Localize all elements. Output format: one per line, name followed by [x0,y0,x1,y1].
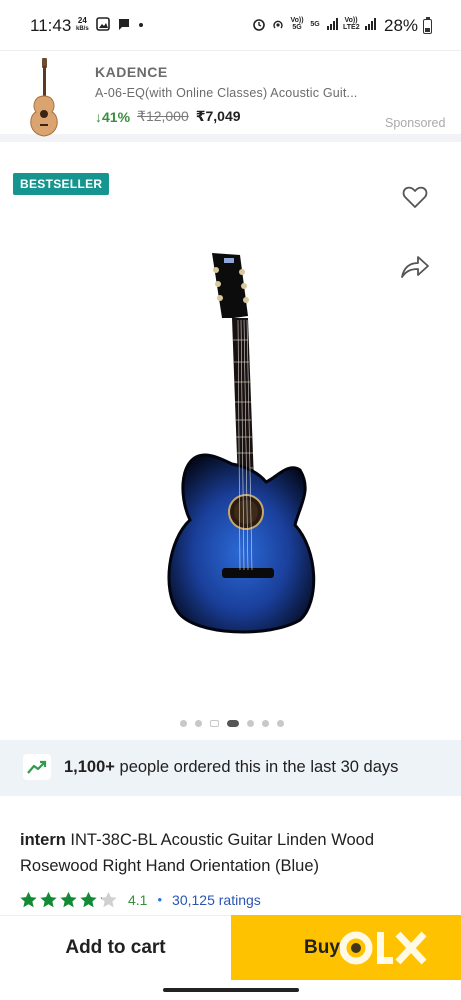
status-time: 11:43 [30,16,72,35]
ad-price-row: ↓41% ₹12,000 ₹7,049 [95,108,241,125]
rating-star-icon [60,891,77,908]
gallery-icon [96,17,110,31]
gallery-dot[interactable] [247,720,254,727]
bestseller-badge: BESTSELLER [13,173,110,195]
order-text: people ordered this in the last 30 days [114,758,399,776]
buy-now-label: Buy [304,936,340,958]
product-name: INT-38C-BL Acoustic Guitar Linden Wood R… [20,831,374,875]
add-to-cart-label: Add to cart [65,937,166,958]
product-title: intern INT-38C-BL Acoustic Guitar Linden… [20,827,445,879]
network-label-1: Vo)) 5G [290,17,304,31]
gallery-dot[interactable] [180,720,187,727]
signal-icon-2 [365,18,376,30]
rating-star-icon [80,891,97,908]
network-label-3: Vo)) LTE2 [343,17,360,31]
network-speed: 24 kB/s [76,17,89,33]
social-proof-banner: 1,100+ people ordered this in the last 3… [0,740,461,796]
ad-original-price: ₹12,000 [137,108,189,124]
rating-star-icon [100,891,117,908]
product-image-guitar[interactable] [160,250,320,640]
system-icons: Vo)) 5G 5G Vo)) LTE2 [252,17,376,31]
product-brand: intern [20,831,66,849]
order-count: 1,100+ [64,758,115,776]
sponsored-ad[interactable]: KADENCE A-06-EQ(with Online Classes) Aco… [0,50,461,142]
gallery-dot-video[interactable] [210,720,219,727]
ad-brand: KADENCE [95,64,168,80]
signal-icon-1 [327,18,338,30]
gallery-dot[interactable] [195,720,202,727]
gallery-dot-active[interactable] [227,720,239,727]
chat-icon [119,19,129,30]
system-navigation-bar [0,980,461,1000]
share-icon[interactable] [399,253,431,281]
network-label-2: 5G [310,20,320,28]
rating-row[interactable]: 4.1 • 30,125 ratings [19,890,261,909]
gallery-dot[interactable] [262,720,269,727]
rating-separator: • [157,892,163,907]
sponsored-label: Sponsored [385,116,446,130]
olx-watermark-logo [340,931,427,965]
add-to-cart-button[interactable]: Add to cart [0,915,231,980]
network-speed-unit: kB/s [76,26,89,32]
battery-icon [423,19,432,34]
rating-star-icon [40,891,57,908]
rating-stars [19,890,118,909]
notification-icons [96,17,144,31]
ad-title: A-06-EQ(with Online Classes) Acoustic Gu… [95,86,358,100]
wishlist-heart-icon[interactable] [401,184,429,210]
trending-up-icon [23,754,51,780]
hotspot-icon [273,20,283,29]
gallery-pagination[interactable] [180,720,284,727]
dot-icon [139,23,143,27]
ad-price: ₹7,049 [195,108,241,124]
ad-product-thumbnail [30,58,58,137]
ratings-count-link[interactable]: 30,125 ratings [172,892,261,908]
home-gesture-pill[interactable] [163,988,299,992]
social-proof-text: 1,100+ people ordered this in the last 3… [64,758,398,777]
ad-discount: ↓41% [95,108,131,125]
rating-star-icon [20,891,37,908]
rating-value: 4.1 [128,891,148,908]
battery-percent: 28% [384,16,419,35]
gallery-dot[interactable] [277,720,284,727]
alarm-icon [253,19,265,31]
product-gallery[interactable]: BESTSELLER [0,150,461,740]
status-bar: 11:43 24 kB/s Vo)) 5G 5G Vo)) LTE2 28% [0,0,461,50]
network-speed-value: 24 [77,16,87,25]
